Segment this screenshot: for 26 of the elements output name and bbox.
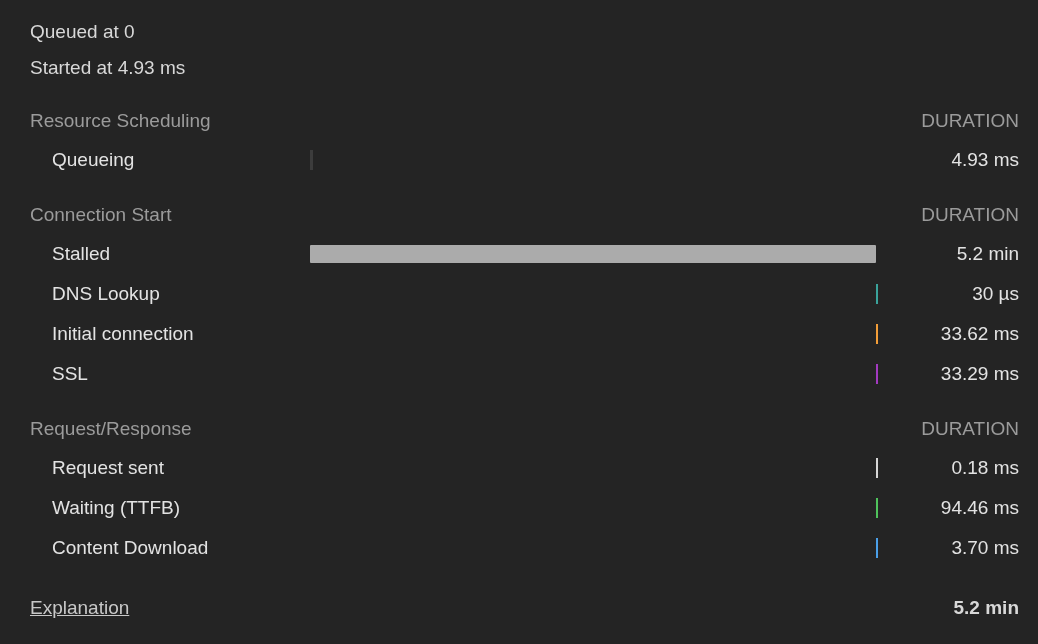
duration-value: 33.29 ms <box>939 363 1019 385</box>
phase-label: Initial connection <box>51 323 195 345</box>
duration-value: 30 µs <box>971 283 1019 305</box>
started-time: Started at 4.93 ms <box>30 56 187 80</box>
explanation-link[interactable]: Explanation <box>30 590 130 626</box>
queued-time: Queued at 0 <box>30 20 136 44</box>
phase-label: Request sent <box>51 457 165 479</box>
phase-label: DNS Lookup <box>51 283 161 305</box>
phase-label: Waiting (TTFB) <box>51 497 182 519</box>
section-title: Connection Start <box>30 203 172 227</box>
duration-value: 94.46 ms <box>939 497 1019 519</box>
duration-value: 33.62 ms <box>939 323 1019 345</box>
total-duration: 5.2 min <box>953 596 1019 620</box>
column-header: DURATION <box>921 203 1019 227</box>
section-title: Request/Response <box>30 417 192 441</box>
duration-value: 3.70 ms <box>950 537 1019 559</box>
section-title: Resource Scheduling <box>30 109 211 133</box>
column-header: DURATION <box>921 417 1019 441</box>
phase-label: Content Download <box>51 537 210 559</box>
duration-value: 4.93 ms <box>950 149 1019 171</box>
column-header: DURATION <box>921 109 1019 133</box>
phase-label: Queueing <box>51 149 136 171</box>
phase-label: Stalled <box>51 243 112 265</box>
duration-value: 0.18 ms <box>950 457 1019 479</box>
duration-value: 5.2 min <box>955 243 1019 265</box>
phase-label: SSL <box>51 363 89 385</box>
